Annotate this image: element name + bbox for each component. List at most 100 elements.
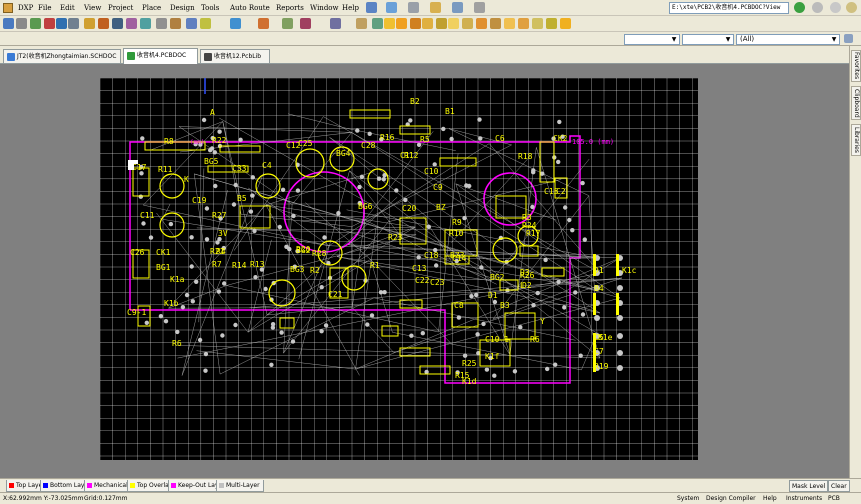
save-icon[interactable] [30,18,41,29]
panel-tab-favorites[interactable]: Favorites [851,50,861,82]
browse-icon[interactable] [258,18,269,29]
menu-tools[interactable]: Tools [201,2,219,14]
menu-view[interactable]: View [84,2,101,14]
component-label: R15 [455,371,470,380]
component-label: B3 [500,301,510,310]
home-icon[interactable] [830,2,841,13]
cut-icon[interactable] [84,18,95,29]
filter-options-icon[interactable] [844,34,853,43]
redo-icon[interactable] [230,18,241,29]
dimension-icon[interactable] [476,18,487,29]
matrix-tool-icon[interactable] [474,2,485,13]
string-icon[interactable] [448,18,459,29]
back-icon[interactable] [794,2,805,13]
region-icon[interactable] [504,18,515,29]
pad [474,292,479,298]
menu-edit[interactable]: Edit [60,2,75,14]
component-label: C10-1 [485,335,509,344]
menu-project[interactable]: Project [108,2,133,14]
new-file-icon[interactable] [3,18,14,29]
menu-file[interactable]: File [38,2,51,14]
paste-icon[interactable] [112,18,123,29]
chevron-down-icon[interactable]: ▼ [830,36,838,43]
select-tool-icon[interactable] [366,2,377,13]
place-tool-icon[interactable] [430,2,441,13]
menu-reports[interactable]: Reports [276,2,304,14]
move-tool-icon[interactable] [386,2,397,13]
polygon-icon[interactable] [436,18,447,29]
pad [250,193,255,198]
menu-dxp[interactable]: DXP [18,2,33,14]
zoom-fit-icon[interactable] [68,18,79,29]
pcb-editor-canvas[interactable]: A B2 B1 R8 R22 C12 C25 BG4 C28 R16 R5 C1 C6 CK2 C17 R11… [0,64,849,478]
pad [394,188,399,193]
net-icon[interactable] [330,18,341,29]
mask-level-button[interactable]: Mask Level [789,480,829,492]
tab-pcblib[interactable]: 收音机12.PcbLib [200,49,270,63]
coordinate-icon[interactable] [462,18,473,29]
rubber-stamp-icon[interactable] [126,18,137,29]
open-icon[interactable] [16,18,27,29]
menu-design[interactable]: Design [170,2,195,14]
move-selection-icon[interactable] [170,18,181,29]
direct-route-icon[interactable] [560,18,571,29]
menu-auto-route[interactable]: Auto Route [230,2,270,14]
status-help-button[interactable]: Help [763,493,777,504]
component-label: R17 [526,229,541,238]
clear-button[interactable]: Clear [828,480,850,492]
menu-place[interactable]: Place [142,2,161,14]
connector-pad [617,315,623,321]
layer-tab-multilayer[interactable]: Multi-Layer [216,480,264,492]
keepout-icon[interactable] [518,18,529,29]
pcb-board[interactable]: A B2 B1 R8 R22 C12 C25 BG4 C28 R16 R5 C1 C6 CK2 C17 R11… [100,78,698,460]
tab-pcb[interactable]: 收音机4.PCBDOC [123,48,198,64]
copy-icon[interactable] [98,18,109,29]
pad-icon[interactable] [410,18,421,29]
align-tool-icon[interactable] [408,2,419,13]
layer-filter-combo[interactable]: (All) ▼ [736,34,840,45]
room-icon[interactable] [490,18,501,29]
pad [557,119,562,125]
pad [408,118,413,123]
component-icon[interactable] [300,18,311,29]
pad [416,255,421,260]
track-icon[interactable] [356,18,367,29]
chevron-down-icon[interactable]: ▼ [724,36,732,43]
component-label: C25 [298,139,313,148]
chevron-down-icon[interactable]: ▼ [670,36,678,43]
part-icon[interactable] [532,18,543,29]
tab-schematic[interactable]: JT2(收音机Zhongtaimian.SCHDOC [3,49,121,63]
forward-icon[interactable] [812,2,823,13]
menu-window[interactable]: Window [310,2,339,14]
panel-tab-clipboard[interactable]: Clipboard [851,86,861,120]
filter-combo-2[interactable]: ▼ [682,34,734,45]
highlight-icon[interactable] [282,18,293,29]
line-icon[interactable] [384,18,395,29]
wire-icon[interactable] [546,18,557,29]
arc-icon[interactable] [396,18,407,29]
via-icon[interactable] [372,18,383,29]
component-label: R5 [420,135,430,144]
status-pcb-button[interactable]: PCB [828,493,840,504]
zoom-icon[interactable] [56,18,67,29]
grid-tool-icon[interactable] [452,2,463,13]
deselect-icon[interactable] [156,18,167,29]
ratsnest-line [351,132,598,291]
favorites-icon[interactable] [846,2,857,13]
fill-icon[interactable] [422,18,433,29]
status-design-compiler-button[interactable]: Design Compiler [706,493,756,504]
undo-icon[interactable] [200,18,211,29]
filter-combo-1[interactable]: ▼ [624,34,680,45]
select-area-icon[interactable] [140,18,151,29]
tab-pcblib-label: 收音机12.PcbLib [214,53,262,60]
cross-probe-icon[interactable] [186,18,197,29]
pcb-drawing[interactable]: AB2B1R8 R22C12C25BG4C28R16 R5C1C6 CK2C17 R11… [100,78,698,460]
app-logo-icon[interactable] [3,3,13,13]
component-label: K1a [170,275,185,284]
menu-help[interactable]: Help [342,2,359,14]
status-instruments-button[interactable]: Instruments [786,493,822,504]
print-icon[interactable] [44,18,55,29]
document-path-field[interactable]: E:\xte\PCB2\收音机4.PCBDOC?View [669,2,789,14]
panel-tab-libraries[interactable]: Libraries [851,124,861,156]
status-system-button[interactable]: System [677,493,699,504]
